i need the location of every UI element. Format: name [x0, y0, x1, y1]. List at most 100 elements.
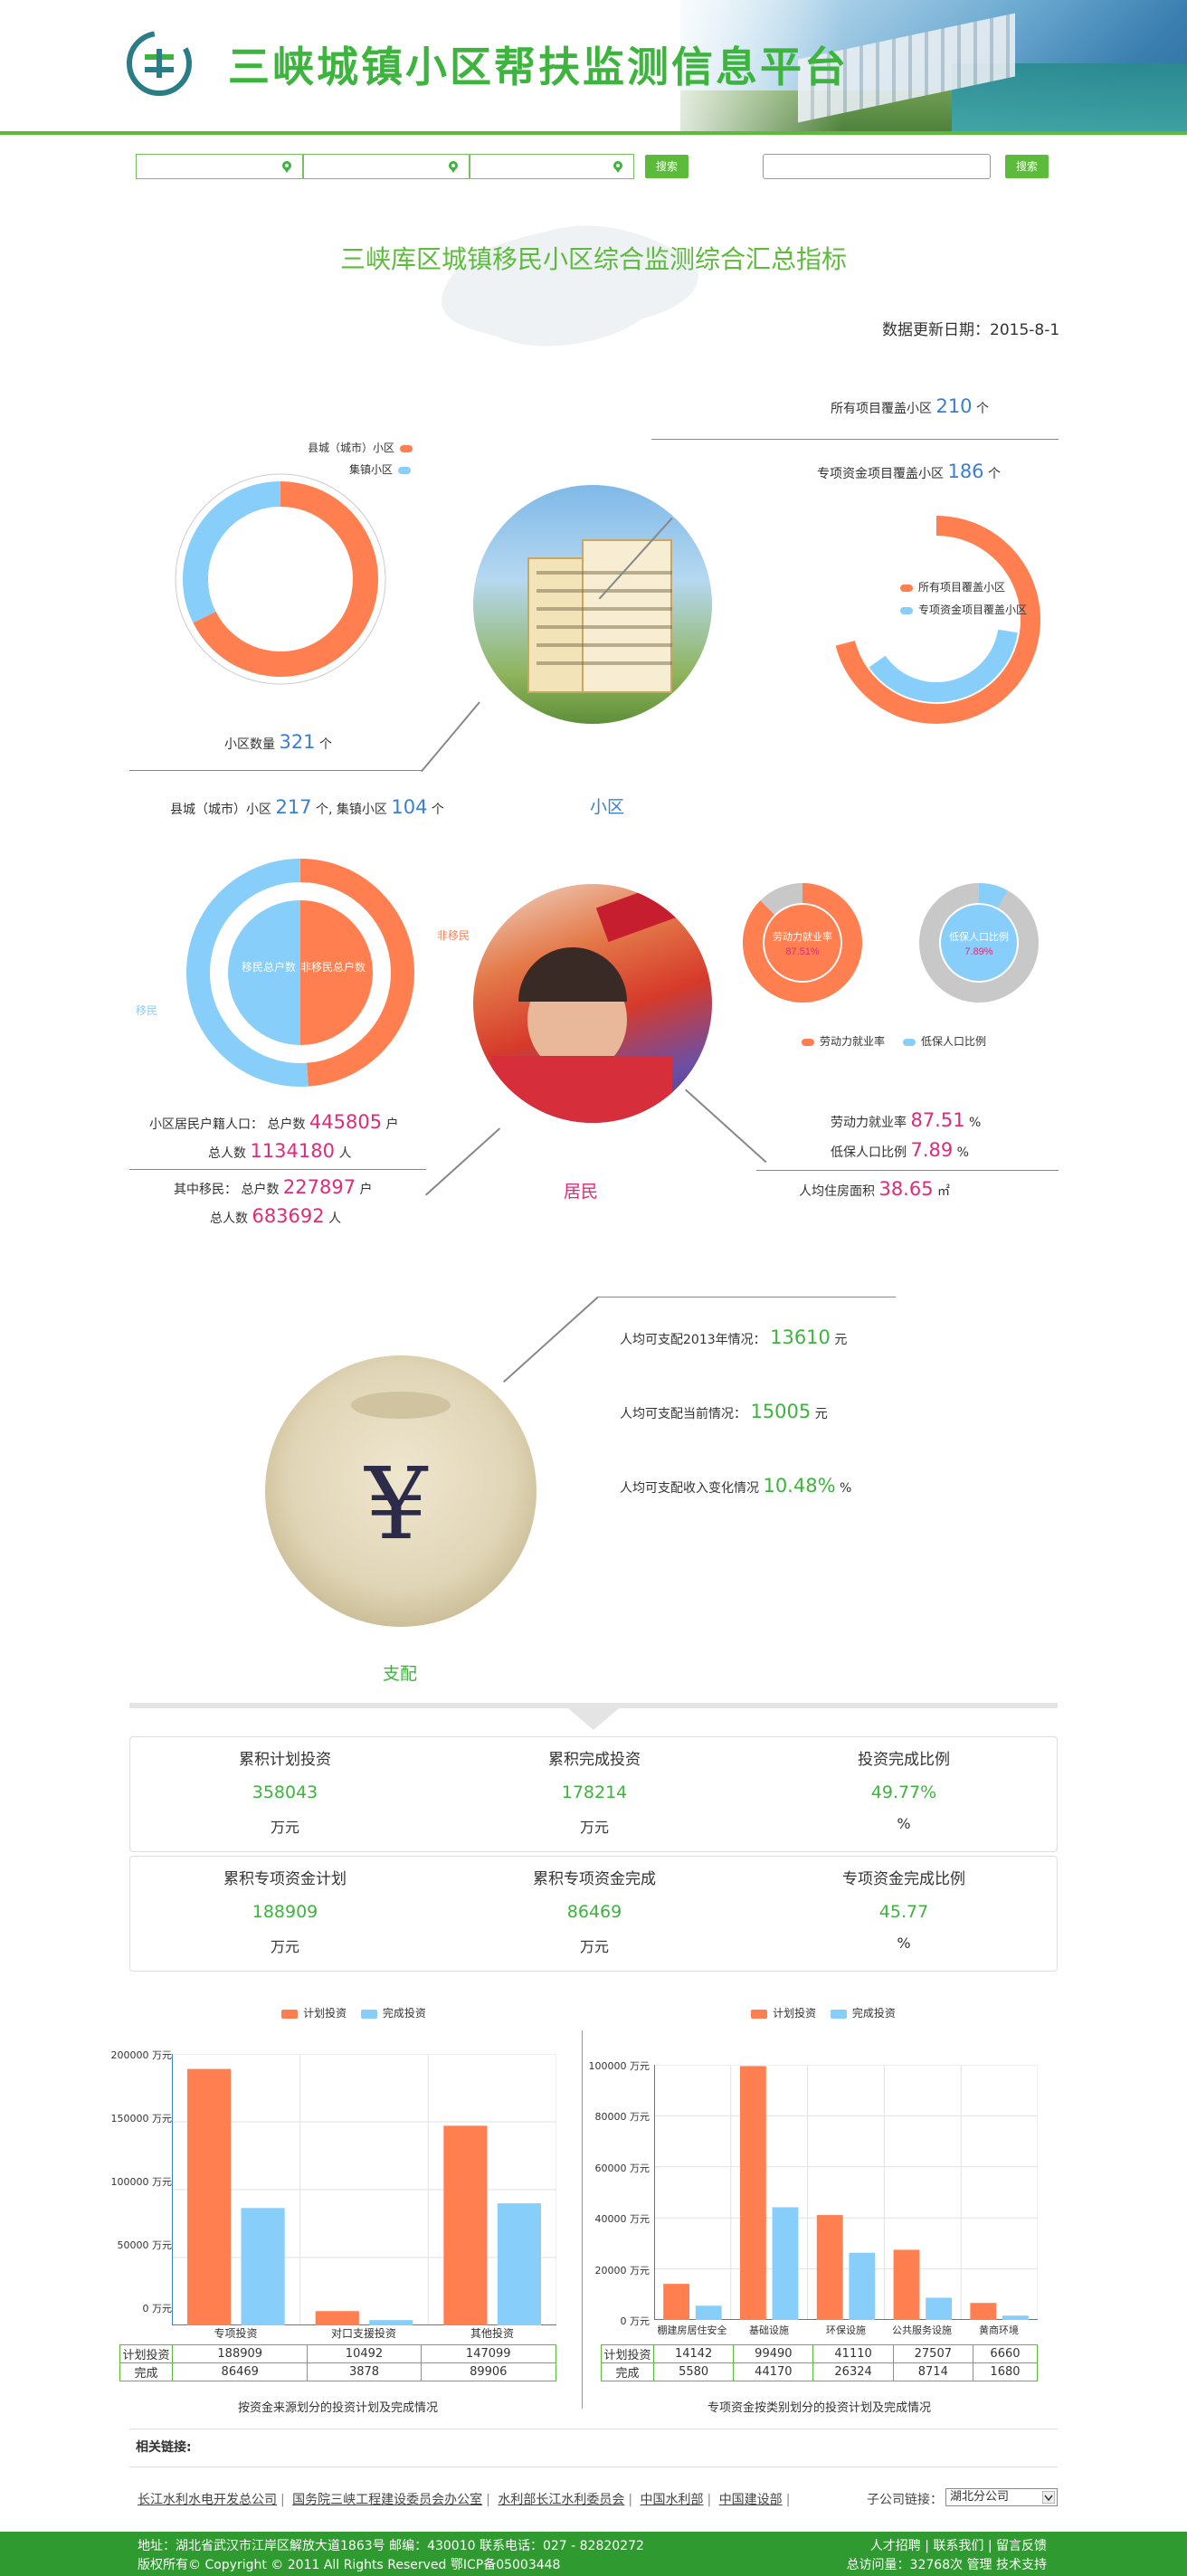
- chart1-ytick: 50000 万元: [117, 2239, 173, 2251]
- residents-dancing-photo: [473, 884, 712, 1123]
- chart1-yaxis-labels: 200000 万元 150000 万元 100000 万元 50000 万元 0…: [100, 2049, 173, 2325]
- donut-value: [978, 883, 1008, 908]
- subsidiary-select[interactable]: 湖北分公司: [945, 2488, 1058, 2506]
- employment-rate: 劳动力就业率 87.51 %: [831, 1109, 982, 1131]
- header-divider: [0, 131, 1187, 135]
- footer-link[interactable]: 水利部长江水利委员会: [498, 2493, 624, 2507]
- footer-nav[interactable]: 人才招聘 | 联系我们 | 留言反馈: [870, 2536, 1047, 2554]
- chart2-xaxis-labels: 棚建房居住安全 基础设施 环保设施 公共服务设施 黄商环境: [654, 2323, 1038, 2337]
- summary-cell: 累积完成投资 178214 万元: [548, 1751, 641, 1836]
- migrant-pie-chart: 移民总户数 非移民总户数: [186, 859, 414, 1087]
- income-2013: 人均可支配2013年情况： 13610 元: [620, 1326, 848, 1348]
- footer-link[interactable]: 国务院三峡工程建设委员会办公室: [292, 2493, 482, 2507]
- footer-link[interactable]: 长江水利水电开发总公司: [138, 2493, 277, 2507]
- label-non-migrant: 非移民: [437, 929, 470, 942]
- income-change: 人均可支配收入变化情况 10.48% %: [620, 1475, 852, 1497]
- bar-plan: [443, 2125, 488, 2325]
- chart2-ytick: 80000 万元: [594, 2111, 650, 2123]
- donut-center: [941, 905, 1017, 981]
- chart1-ytick: 200000 万元: [110, 2049, 173, 2061]
- svg-text:7.89%: 7.89%: [964, 946, 992, 957]
- chart1-caption: 按资金来源划分的投资计划及完成情况: [237, 2401, 438, 2415]
- bar-done: [241, 2208, 285, 2325]
- chart2-xtick: 环保设施: [826, 2324, 866, 2336]
- bar-plan: [739, 2066, 766, 2320]
- summary-cell: 投资完成比例 49.77%%: [858, 1751, 950, 1832]
- legend-low-income: 低保人口比例: [903, 1033, 986, 1049]
- province-select[interactable]: [136, 154, 303, 179]
- employment-rate-donut: 劳动力就业率 87.51%: [743, 883, 862, 1003]
- svg-text:低保人口比例: 低保人口比例: [949, 930, 1009, 943]
- chart2-caption: 专项资金按类别划分的投资计划及完成情况: [707, 2401, 931, 2415]
- chart1-ytick: 150000 万元: [110, 2113, 173, 2124]
- bar-done: [926, 2297, 953, 2320]
- chart2-yaxis-labels: 100000 万元 80000 万元 60000 万元 40000 万元 200…: [579, 2060, 650, 2327]
- chart2-xtick: 黄商环境: [979, 2324, 1019, 2336]
- donut-center: [764, 905, 840, 981]
- chart2-ytick: 100000 万元: [588, 2060, 650, 2072]
- location-pin-icon: [449, 161, 458, 173]
- migrant-households: 其中移民： 总户数 227897 户: [174, 1176, 373, 1198]
- search-button[interactable]: 搜索: [645, 155, 688, 178]
- chart2-xtick: 公共服务设施: [892, 2324, 952, 2336]
- footer-address: 地址：湖北省武汉市江岸区解放大道1863号 邮编：430010 联系电话：027…: [138, 2539, 644, 2553]
- bar-done: [695, 2305, 722, 2320]
- bar-done: [497, 2203, 541, 2325]
- svg-text:87.51%: 87.51%: [785, 946, 820, 957]
- chart1-xtick: 专项投资: [214, 2327, 258, 2340]
- community-type-donut: [175, 473, 386, 685]
- chart1-ytick: 0 万元: [142, 2303, 173, 2315]
- section-label-community: 小区: [590, 797, 625, 817]
- pie-inner-label-right: 非移民总户数: [300, 960, 366, 974]
- related-links: 长江水利水电开发总公司 | 国务院三峡工程建设委员会办公室 | 水利部长江水利委员会…: [138, 2493, 791, 2507]
- summary-cell: 累积计划投资 358043 万元: [239, 1751, 331, 1836]
- population-total: 总人数 1134180 人: [208, 1140, 352, 1162]
- migrant-population: 总人数 683692 人: [210, 1205, 342, 1227]
- city-select[interactable]: [303, 154, 470, 179]
- coverage-arc-chart: [835, 516, 1040, 724]
- housing-area: 人均住房面积 38.65 ㎡: [799, 1178, 951, 1200]
- chart1-xaxis-labels: 专项投资 对口支援投资 其他投资: [172, 2325, 556, 2340]
- chart2-xtick: 棚建房居住安全: [657, 2324, 727, 2336]
- chart2-ytick: 20000 万元: [594, 2265, 650, 2277]
- location-pin-icon: [282, 161, 291, 173]
- chart1-xtick: 其他投资: [470, 2327, 514, 2340]
- income-current: 人均可支配当前情况： 15005 元: [620, 1401, 828, 1422]
- chart2-ytick: 60000 万元: [594, 2163, 650, 2174]
- community-breakdown: 县城（城市）小区 217 个, 集镇小区 104 个: [170, 796, 444, 818]
- coverage-arcs: [835, 516, 1040, 724]
- low-income-ratio: 低保人口比例 7.89 %: [831, 1139, 969, 1161]
- summary-cell: 专项资金完成比例 45.77%: [842, 1870, 965, 1952]
- arc-special-fund: [869, 629, 1018, 702]
- divider-arrow: [568, 1708, 619, 1730]
- bar-plan: [816, 2215, 843, 2320]
- page: 三峡城镇小区帮扶监测信息平台 搜索 搜索 三峡库区城镇移民小区综合监测综合汇总指…: [0, 0, 1187, 2576]
- chart1-legend: 计划投资 完成投资: [129, 2005, 578, 2020]
- bar-done: [772, 2207, 799, 2320]
- all-project-coverage: 所有项目覆盖小区 210 个: [831, 395, 989, 417]
- chart1-xtick: 对口支援投资: [330, 2327, 396, 2340]
- chart1-ytick: 100000 万元: [110, 2176, 173, 2188]
- footer-link[interactable]: 中国建设部: [719, 2493, 783, 2507]
- footer-copyright: 版权所有© Copyright © 2011 All Rights Reserv…: [138, 2558, 561, 2572]
- update-date: 数据更新日期：2015-8-1: [882, 321, 1060, 339]
- household-total: 小区居民户籍人口： 总户数 445805 户: [149, 1111, 399, 1133]
- label-migrant: 移民: [136, 1004, 158, 1017]
- community-select[interactable]: [470, 154, 634, 179]
- chart2-data-table: 计划投资 14142 99490 41110 27507 6660 完成 5580 44170…: [601, 2344, 1039, 2381]
- legend-county: 县城（城市）小区: [308, 440, 418, 455]
- site-title: 三峡城镇小区帮扶监测信息平台: [228, 43, 849, 91]
- bar-plan: [315, 2311, 359, 2325]
- keyword-search-button[interactable]: 搜索: [1005, 155, 1049, 178]
- chart2-xtick: 基础设施: [749, 2324, 789, 2336]
- svg-text:劳动力就业率: 劳动力就业率: [773, 930, 832, 943]
- bar-plan: [187, 2068, 232, 2325]
- donut-slice-town: [183, 481, 281, 623]
- footer-visits: 总访问量：32768次 管理 技术支持: [846, 2558, 1047, 2572]
- chart2-legend: 计划投资 完成投资: [597, 2005, 1049, 2020]
- keyword-input[interactable]: [763, 154, 991, 179]
- bar-plan: [970, 2303, 997, 2320]
- bar-plan: [893, 2249, 920, 2320]
- summary-cell: 累积专项资金计划 188909 万元: [223, 1870, 347, 1955]
- footer-link[interactable]: 中国水利部: [641, 2493, 704, 2507]
